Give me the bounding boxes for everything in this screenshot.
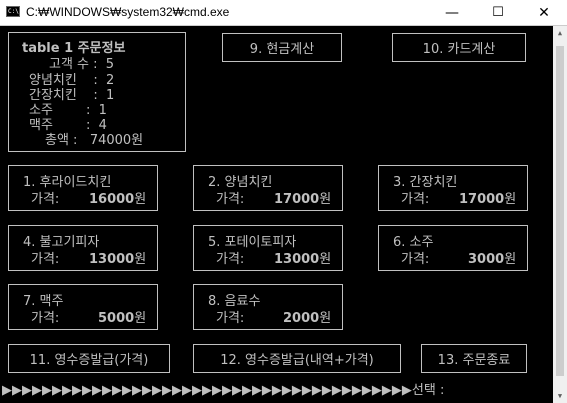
menu-item-potato-pizza[interactable]: 5. 포테이토피자 가격: 13000원 bbox=[193, 225, 343, 271]
price-value: 17000원 bbox=[274, 192, 332, 207]
order-line-item: 소주 : 1 bbox=[29, 103, 107, 118]
price-label: 가격: bbox=[401, 192, 430, 207]
input-prompt[interactable]: ▶▶▶▶▶▶▶▶▶▶▶▶▶▶▶▶▶▶▶▶▶▶▶▶▶▶▶▶▶▶▶▶▶▶▶▶▶▶▶▶… bbox=[2, 379, 565, 397]
order-total: 총액 : 74000원 bbox=[45, 133, 144, 148]
order-info-panel: table 1 주문정보 고객 수 : 5 양념치킨 : 2 간장치킨 : 1 … bbox=[8, 32, 186, 152]
price-value: 2000원 bbox=[283, 311, 332, 326]
order-line-item: 양념치킨 : 2 bbox=[29, 73, 115, 88]
scroll-up-icon[interactable]: ▲ bbox=[553, 26, 567, 40]
scroll-down-icon[interactable]: ▼ bbox=[553, 389, 567, 403]
price-label: 가격: bbox=[31, 311, 60, 326]
price-label: 가격: bbox=[401, 252, 430, 267]
menu-item-beer[interactable]: 7. 맥주 가격: 5000원 bbox=[8, 284, 158, 330]
order-heading: table 1 주문정보 bbox=[22, 41, 126, 56]
order-line-item: 맥주 : 4 bbox=[29, 118, 107, 133]
menu-item-soju[interactable]: 6. 소주 가격: 3000원 bbox=[378, 225, 528, 271]
menu-item-soy-chicken[interactable]: 3. 간장치킨 가격: 17000원 bbox=[378, 165, 528, 211]
scroll-thumb[interactable] bbox=[556, 46, 564, 376]
price-value: 13000원 bbox=[89, 252, 147, 267]
price-value: 5000원 bbox=[98, 311, 147, 326]
price-label: 가격: bbox=[216, 252, 245, 267]
receipt-price-button[interactable]: 11. 영수증발급(가격) bbox=[8, 344, 170, 373]
window-title: C:₩WINDOWS₩system32₩cmd.exe bbox=[26, 5, 230, 19]
prompt-label: 선택 : bbox=[411, 383, 445, 397]
card-payment-button[interactable]: 10. 카드계산 bbox=[392, 33, 526, 62]
maximize-button[interactable]: ☐ bbox=[475, 0, 521, 25]
price-value: 17000원 bbox=[459, 192, 517, 207]
price-value: 3000원 bbox=[468, 252, 517, 267]
vertical-scrollbar[interactable]: ▲ ▼ bbox=[553, 26, 567, 403]
menu-item-bulgogi-pizza[interactable]: 4. 불고기피자 가격: 13000원 bbox=[8, 225, 158, 271]
arrow-divider: ▶▶▶▶▶▶▶▶▶▶▶▶▶▶▶▶▶▶▶▶▶▶▶▶▶▶▶▶▶▶▶▶▶▶▶▶▶▶▶▶… bbox=[2, 383, 412, 397]
price-label: 가격: bbox=[216, 192, 245, 207]
title-bar: C:\ C:₩WINDOWS₩system32₩cmd.exe — ☐ ✕ bbox=[0, 0, 567, 26]
end-order-button[interactable]: 13. 주문종료 bbox=[421, 344, 527, 373]
price-label: 가격: bbox=[31, 252, 60, 267]
cash-payment-button[interactable]: 9. 현금계산 bbox=[222, 33, 342, 62]
console-area[interactable]: table 1 주문정보 고객 수 : 5 양념치킨 : 2 간장치킨 : 1 … bbox=[0, 26, 567, 403]
order-line-item: 간장치킨 : 1 bbox=[29, 88, 115, 103]
cmd-icon: C:\ bbox=[6, 6, 20, 17]
guest-count: 고객 수 : 5 bbox=[49, 57, 115, 72]
price-value: 13000원 bbox=[274, 252, 332, 267]
price-label: 가격: bbox=[216, 311, 245, 326]
menu-item-beverage[interactable]: 8. 음료수 가격: 2000원 bbox=[193, 284, 343, 330]
price-value: 16000원 bbox=[89, 192, 147, 207]
minimize-button[interactable]: — bbox=[429, 0, 475, 25]
close-button[interactable]: ✕ bbox=[521, 0, 567, 25]
price-label: 가격: bbox=[31, 192, 60, 207]
menu-item-seasoned-chicken[interactable]: 2. 양념치킨 가격: 17000원 bbox=[193, 165, 343, 211]
receipt-detail-button[interactable]: 12. 영수증발급(내역+가격) bbox=[193, 344, 401, 373]
menu-item-fried-chicken[interactable]: 1. 후라이드치킨 가격: 16000원 bbox=[8, 165, 158, 211]
